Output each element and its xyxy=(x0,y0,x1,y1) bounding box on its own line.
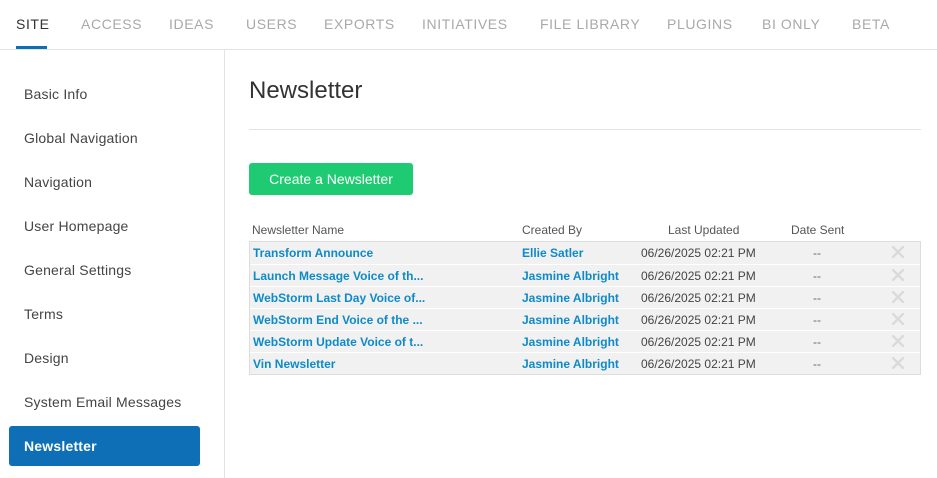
close-icon[interactable] xyxy=(892,246,904,258)
close-icon[interactable] xyxy=(892,269,904,281)
tab-initiatives[interactable]: INITIATIVES xyxy=(422,16,508,32)
table-header: Newsletter Name Created By Last Updated … xyxy=(249,220,921,241)
created-by-link[interactable]: Jasmine Albright xyxy=(522,313,619,327)
last-updated-value: 06/26/2025 02:21 PM xyxy=(641,246,756,260)
table-row: Vin Newsletter Jasmine Albright 06/26/20… xyxy=(250,352,920,374)
active-tab-indicator xyxy=(16,46,47,49)
table-body: Transform Announce Ellie Satler 06/26/20… xyxy=(249,241,921,375)
newsletter-name-link[interactable]: WebStorm End Voice of the ... xyxy=(253,313,423,327)
date-sent-value: -- xyxy=(813,291,821,305)
tab-exports[interactable]: EXPORTS xyxy=(324,16,395,32)
newsletter-name-link[interactable]: Vin Newsletter xyxy=(253,357,335,371)
date-sent-value: -- xyxy=(813,313,821,327)
column-header-name: Newsletter Name xyxy=(252,223,345,237)
sidebar-item-terms[interactable]: Terms xyxy=(9,294,200,334)
newsletter-name-link[interactable]: Launch Message Voice of th... xyxy=(253,269,423,283)
created-by-link[interactable]: Ellie Satler xyxy=(522,246,583,260)
created-by-link[interactable]: Jasmine Albright xyxy=(522,291,619,305)
sidebar-item-navigation[interactable]: Navigation xyxy=(9,162,200,202)
table-row: WebStorm Last Day Voice of... Jasmine Al… xyxy=(250,286,920,308)
tab-users[interactable]: USERS xyxy=(246,16,297,32)
close-icon[interactable] xyxy=(892,357,904,369)
date-sent-value: -- xyxy=(813,357,821,371)
close-icon[interactable] xyxy=(892,335,904,347)
divider xyxy=(249,129,921,130)
date-sent-value: -- xyxy=(813,246,821,260)
tab-bi-only[interactable]: BI ONLY xyxy=(762,16,820,32)
column-header-date-sent: Date Sent xyxy=(791,223,845,237)
tab-access[interactable]: ACCESS xyxy=(81,16,142,32)
last-updated-value: 06/26/2025 02:21 PM xyxy=(641,269,756,283)
top-navigation: SITE ACCESS IDEAS USERS EXPORTS INITIATI… xyxy=(0,0,937,50)
date-sent-value: -- xyxy=(813,335,821,349)
last-updated-value: 06/26/2025 02:21 PM xyxy=(641,335,756,349)
sidebar-item-system-email-messages[interactable]: System Email Messages xyxy=(9,382,200,422)
sidebar-item-newsletter[interactable]: Newsletter xyxy=(9,426,200,466)
created-by-link[interactable]: Jasmine Albright xyxy=(522,335,619,349)
last-updated-value: 06/26/2025 02:21 PM xyxy=(641,357,756,371)
sidebar-item-user-homepage[interactable]: User Homepage xyxy=(9,206,200,246)
tab-ideas[interactable]: IDEAS xyxy=(169,16,214,32)
date-sent-value: -- xyxy=(813,269,821,283)
sidebar-item-general-settings[interactable]: General Settings xyxy=(9,250,200,290)
close-icon[interactable] xyxy=(892,291,904,303)
sidebar-item-global-navigation[interactable]: Global Navigation xyxy=(9,118,200,158)
newsletter-name-link[interactable]: WebStorm Last Day Voice of... xyxy=(253,291,425,305)
newsletter-name-link[interactable]: WebStorm Update Voice of t... xyxy=(253,335,423,349)
last-updated-value: 06/26/2025 02:21 PM xyxy=(641,291,756,305)
tab-beta[interactable]: BETA xyxy=(852,16,890,32)
tab-plugins[interactable]: PLUGINS xyxy=(667,16,733,32)
create-newsletter-button[interactable]: Create a Newsletter xyxy=(249,163,413,195)
newsletter-name-link[interactable]: Transform Announce xyxy=(253,246,373,260)
newsletter-table: Newsletter Name Created By Last Updated … xyxy=(249,220,921,375)
table-row: Launch Message Voice of th... Jasmine Al… xyxy=(250,264,920,286)
tab-file-library[interactable]: FILE LIBRARY xyxy=(540,16,640,32)
page-title: Newsletter xyxy=(249,77,363,104)
column-header-last-updated: Last Updated xyxy=(668,223,740,237)
created-by-link[interactable]: Jasmine Albright xyxy=(522,269,619,283)
table-row: WebStorm End Voice of the ... Jasmine Al… xyxy=(250,308,920,330)
column-header-created-by: Created By xyxy=(522,223,583,237)
sidebar: Basic Info Global Navigation Navigation … xyxy=(0,50,225,478)
last-updated-value: 06/26/2025 02:21 PM xyxy=(641,313,756,327)
sidebar-item-design[interactable]: Design xyxy=(9,338,200,378)
close-icon[interactable] xyxy=(892,313,904,325)
sidebar-item-basic-info[interactable]: Basic Info xyxy=(9,74,200,114)
created-by-link[interactable]: Jasmine Albright xyxy=(522,357,619,371)
tab-site[interactable]: SITE xyxy=(16,16,50,32)
table-row: Transform Announce Ellie Satler 06/26/20… xyxy=(250,242,920,264)
table-row: WebStorm Update Voice of t... Jasmine Al… xyxy=(250,330,920,352)
